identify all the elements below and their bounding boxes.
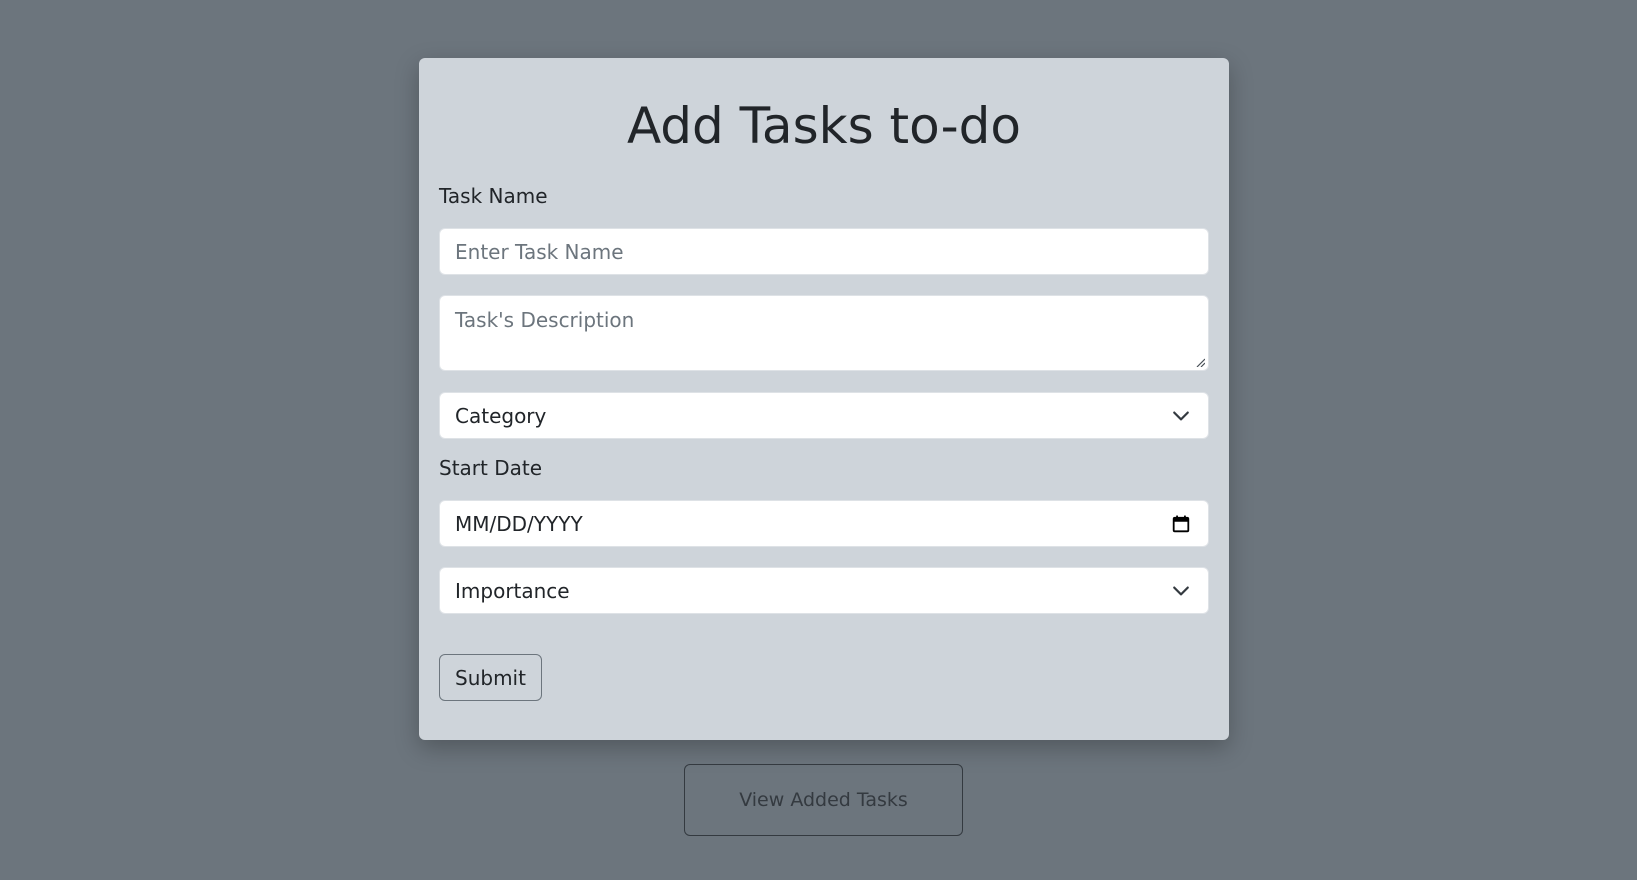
importance-selected-value: Importance bbox=[455, 578, 570, 603]
task-name-placeholder: Enter Task Name bbox=[455, 239, 624, 264]
resize-handle-icon[interactable] bbox=[1195, 357, 1205, 367]
submit-button[interactable]: Submit bbox=[439, 654, 542, 701]
start-date-value: MM/DD/YYYY bbox=[455, 511, 583, 536]
start-date-label: Start Date bbox=[439, 456, 543, 480]
page-title: Add Tasks to-do bbox=[626, 97, 1022, 155]
view-added-tasks-button[interactable]: View Added Tasks bbox=[684, 764, 963, 836]
category-select[interactable]: Category bbox=[439, 392, 1209, 439]
task-name-label: Task Name bbox=[439, 184, 548, 208]
add-task-card: Add Tasks to-do Task Name Enter Task Nam… bbox=[419, 58, 1229, 740]
task-description-placeholder: Task's Description bbox=[455, 308, 635, 332]
chevron-down-icon bbox=[1173, 586, 1189, 595]
task-name-input[interactable]: Enter Task Name bbox=[439, 228, 1209, 275]
calendar-icon[interactable] bbox=[1172, 515, 1190, 533]
importance-select[interactable]: Importance bbox=[439, 567, 1209, 614]
start-date-input[interactable]: MM/DD/YYYY bbox=[439, 500, 1209, 547]
chevron-down-icon bbox=[1173, 411, 1189, 420]
category-selected-value: Category bbox=[455, 403, 547, 428]
task-description-textarea[interactable]: Task's Description bbox=[439, 295, 1209, 371]
